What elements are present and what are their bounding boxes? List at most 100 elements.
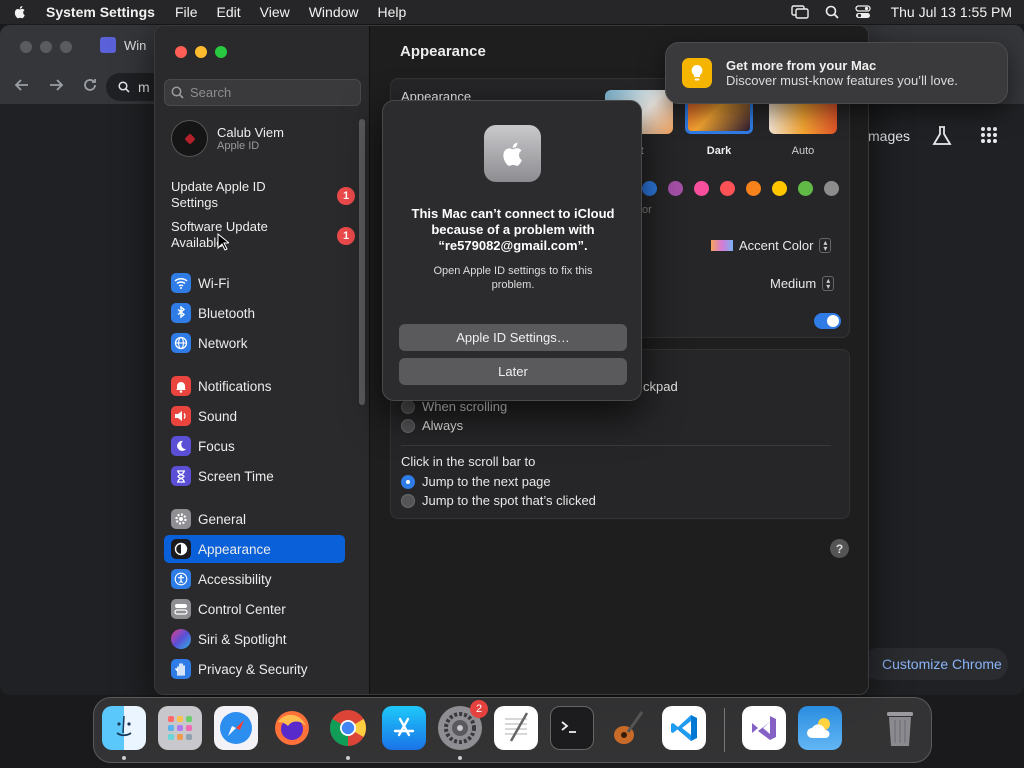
system-settings-icon[interactable]: 2 xyxy=(438,700,488,750)
app-store-icon[interactable] xyxy=(382,706,426,750)
back-arrow-icon[interactable] xyxy=(14,77,30,93)
launchpad-icon[interactable] xyxy=(158,706,202,750)
search-icon xyxy=(118,81,130,93)
radio-button[interactable] xyxy=(401,493,415,508)
apple-menu-icon[interactable] xyxy=(12,4,28,20)
menu-clock[interactable]: Thu Jul 13 1:55 PM xyxy=(891,4,1012,20)
icloud-alert-dialog: This Mac can’t connect to iCloud because… xyxy=(382,100,642,401)
sidebar-item-control-center[interactable]: Control Center xyxy=(164,595,345,623)
sidebar-item-update-apple-id[interactable]: Update Apple ID Settings 1 xyxy=(171,179,355,211)
control-center-icon[interactable] xyxy=(854,5,871,19)
chrome-tab[interactable]: Win xyxy=(100,37,146,53)
sidebar-item-software-update[interactable]: Software Update Available 1 xyxy=(171,219,355,251)
wallpaper-tinting-toggle[interactable] xyxy=(814,313,841,329)
accent-color-blue[interactable] xyxy=(642,181,657,196)
labs-flask-icon[interactable] xyxy=(932,125,952,147)
alert-badge: 1 xyxy=(337,227,355,245)
forward-arrow-icon[interactable] xyxy=(48,77,64,93)
menu-view[interactable]: View xyxy=(260,4,290,20)
images-link[interactable]: mages xyxy=(868,128,910,144)
sidebar-item-privacy-security[interactable]: Privacy & Security xyxy=(164,655,345,683)
sidebar-item-label: Focus xyxy=(198,438,235,454)
accent-color-graphite[interactable] xyxy=(824,181,839,196)
menu-window[interactable]: Window xyxy=(309,4,359,20)
sidebar-item-notifications[interactable]: Notifications xyxy=(164,372,345,400)
sidebar-item-accessibility[interactable]: Accessibility xyxy=(164,565,345,593)
dark-mode-caption: Dark xyxy=(706,145,732,157)
lightbulb-icon xyxy=(682,58,712,88)
reload-icon[interactable] xyxy=(82,77,98,93)
menu-file[interactable]: File xyxy=(175,4,198,20)
sidebar-item-appearance[interactable]: Appearance xyxy=(164,535,345,563)
weather-icon[interactable] xyxy=(798,706,842,750)
app-name-menu[interactable]: System Settings xyxy=(46,4,155,20)
sidebar-item-network[interactable]: Network xyxy=(164,329,345,357)
chrome-minimize-button[interactable] xyxy=(40,41,52,53)
screen-mirroring-icon[interactable] xyxy=(790,5,809,19)
notification-badge: 2 xyxy=(470,700,488,718)
radio-button[interactable] xyxy=(401,399,415,414)
speaker-icon xyxy=(171,406,191,426)
sidebar-item-sound[interactable]: Sound xyxy=(164,402,345,430)
radio-button[interactable] xyxy=(401,418,415,433)
highlight-swatch xyxy=(711,240,733,251)
radio-jump-next-page[interactable]: Jump to the next page xyxy=(401,474,551,489)
sidebar-item-bluetooth[interactable]: Bluetooth xyxy=(164,299,345,327)
trash-icon[interactable] xyxy=(878,706,922,750)
mouse-pointer-icon xyxy=(217,233,229,251)
chrome-icon[interactable] xyxy=(326,706,370,750)
finder-icon[interactable] xyxy=(102,706,146,750)
help-button[interactable]: ? xyxy=(830,539,849,558)
safari-icon[interactable] xyxy=(214,706,258,750)
accent-color-orange[interactable] xyxy=(746,181,761,196)
radio-jump-spot-clicked[interactable]: Jump to the spot that’s clicked xyxy=(401,493,596,508)
sidebar-search-field[interactable]: Search xyxy=(164,79,361,106)
chrome-zoom-button[interactable] xyxy=(60,41,72,53)
sidebar-item-focus[interactable]: Focus xyxy=(164,432,345,460)
accent-color-red[interactable] xyxy=(720,181,735,196)
minimize-button[interactable] xyxy=(195,46,207,58)
firefox-icon[interactable] xyxy=(270,706,314,750)
globe-icon xyxy=(171,333,191,353)
radio-label: When scrolling xyxy=(422,399,508,414)
accent-color-green[interactable] xyxy=(798,181,813,196)
sidebar-item-screen-time[interactable]: Screen Time xyxy=(164,462,345,490)
customize-chrome-button[interactable]: Customize Chrome xyxy=(862,648,1008,680)
radio-when-scrolling[interactable]: When scrolling xyxy=(401,399,507,414)
garageband-icon[interactable] xyxy=(606,706,650,750)
spotlight-search-icon[interactable] xyxy=(825,5,839,19)
later-button[interactable]: Later xyxy=(399,358,627,385)
google-apps-icon[interactable] xyxy=(980,126,998,144)
close-button[interactable] xyxy=(175,46,187,58)
highlight-color-popup[interactable]: Accent Color ▴ ▾ xyxy=(711,238,832,253)
moon-icon xyxy=(171,436,191,456)
menu-bar: System Settings File Edit View Window He… xyxy=(0,0,1024,24)
radio-button[interactable] xyxy=(401,474,415,489)
menu-help[interactable]: Help xyxy=(378,4,407,20)
sidebar-item-label: Siri & Spotlight xyxy=(198,631,287,647)
apple-id-profile[interactable]: Calub Viem Apple ID xyxy=(171,120,284,157)
apple-id-settings-button[interactable]: Apple ID Settings… xyxy=(399,324,627,351)
accent-color-yellow[interactable] xyxy=(772,181,787,196)
tips-notification[interactable]: Get more from your Mac Discover must-kno… xyxy=(665,42,1008,104)
bluetooth-icon xyxy=(171,303,191,323)
visual-studio-icon[interactable] xyxy=(742,706,786,750)
menu-edit[interactable]: Edit xyxy=(217,4,241,20)
terminal-icon[interactable] xyxy=(550,706,594,750)
radio-label: Jump to the spot that’s clicked xyxy=(422,493,596,508)
chrome-close-button[interactable] xyxy=(20,41,32,53)
sidebar-item-siri-spotlight[interactable]: Siri & Spotlight xyxy=(164,625,345,653)
zoom-button[interactable] xyxy=(215,46,227,58)
sidebar-item-general[interactable]: General xyxy=(164,505,345,533)
up-down-chevron-icon: ▴ ▾ xyxy=(822,276,835,291)
running-indicator xyxy=(458,756,462,760)
hourglass-icon xyxy=(171,466,191,486)
accent-color-purple[interactable] xyxy=(668,181,683,196)
sidebar-icon-size-popup[interactable]: Medium ▴ ▾ xyxy=(770,276,835,291)
textedit-icon[interactable] xyxy=(494,706,538,750)
radio-always[interactable]: Always xyxy=(401,418,463,433)
accent-color-pink[interactable] xyxy=(694,181,709,196)
vscode-icon[interactable] xyxy=(662,706,706,750)
sidebar-item-wifi[interactable]: Wi-Fi xyxy=(164,269,345,297)
sidebar-scrollbar[interactable] xyxy=(359,119,365,405)
